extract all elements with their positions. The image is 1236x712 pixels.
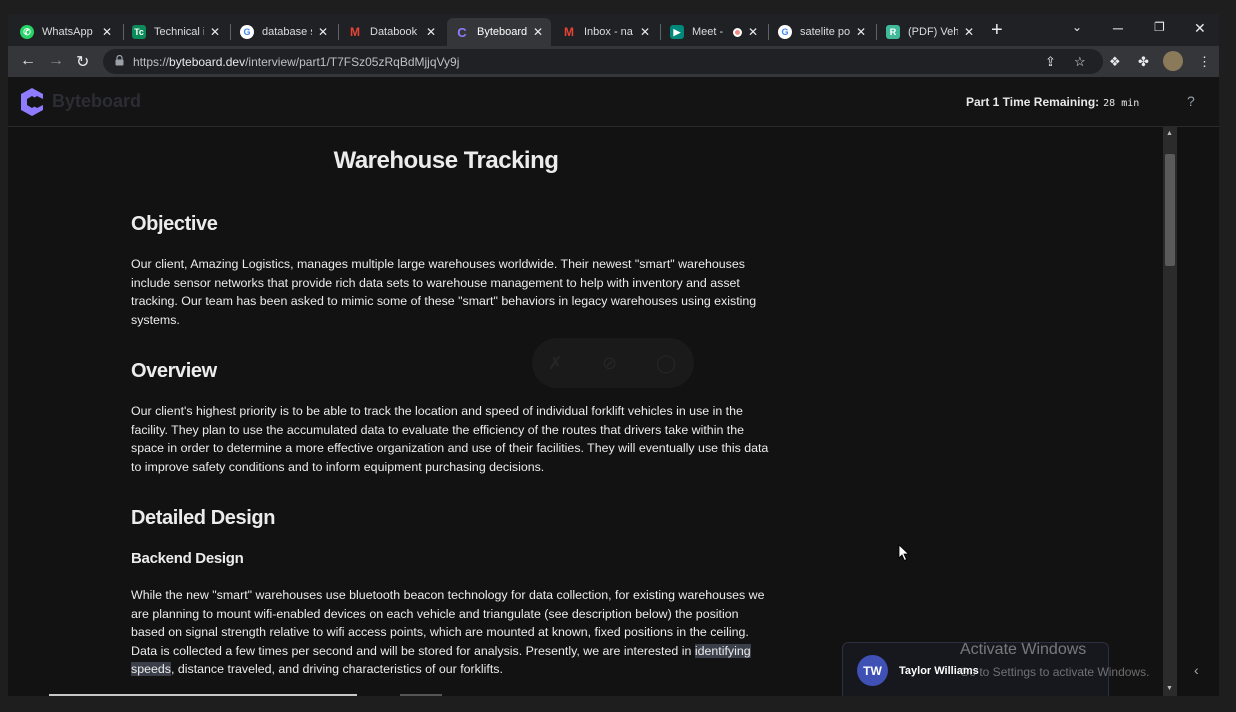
tab-title: Byteboard	[477, 26, 527, 38]
help-button[interactable]: ?	[1187, 93, 1195, 109]
google-icon: G	[778, 25, 792, 39]
mouse-cursor-icon	[898, 544, 910, 562]
tab-strip: ✆ WhatsApp ✕ Tc Technical i ✕ G database…	[8, 14, 1219, 46]
scroll-thumb[interactable]	[1165, 154, 1175, 266]
google-icon: G	[240, 25, 254, 39]
tc-icon: Tc	[132, 25, 146, 39]
overview-paragraph: Our client's highest priority is to be a…	[131, 404, 769, 474]
reload-button[interactable]: ↻	[76, 52, 89, 72]
tab-databook[interactable]: M Databook ✕	[340, 18, 444, 46]
brand-name: Byteboard	[52, 91, 142, 111]
tab-database[interactable]: G database s ✕	[232, 18, 336, 46]
overview-heading: Overview	[131, 360, 217, 382]
dropbox-extension-icon[interactable]: ❖	[1109, 54, 1121, 70]
close-icon[interactable]: ✕	[748, 25, 758, 39]
scrollbar[interactable]: ▲ ▼	[1163, 127, 1177, 696]
lock-icon	[115, 55, 124, 66]
url-path: /interview/part1/T7FSz05zRqBdMjjqVy9j	[245, 54, 460, 69]
url-host: byteboard.dev	[169, 54, 246, 69]
browser-toolbar: ← → ↻ https://byteboard.dev/interview/pa…	[8, 46, 1219, 77]
close-icon[interactable]: ✕	[210, 25, 220, 39]
gmail-icon: M	[564, 25, 574, 39]
close-icon[interactable]: ✕	[856, 25, 866, 39]
whatsapp-icon: ✆	[20, 25, 34, 39]
tab-inbox[interactable]: M Inbox - na ✕	[554, 18, 658, 46]
close-icon[interactable]: ✕	[640, 25, 650, 39]
tab-title: database s	[262, 26, 312, 38]
tab-pdf[interactable]: R (PDF) Vehi ✕	[878, 18, 982, 46]
close-icon[interactable]: ✕	[318, 25, 328, 39]
tab-title: Technical i	[154, 26, 204, 38]
url-scheme: https://	[133, 54, 170, 69]
progress-segment	[400, 694, 442, 696]
activate-windows-subtitle: Go to Settings to activate Windows.	[960, 665, 1150, 679]
activate-windows-title: Activate Windows	[960, 641, 1087, 658]
participant-avatar: TW	[857, 655, 888, 686]
progress-track	[49, 694, 357, 696]
backend-paragraph: While the new "smart" warehouses use blu…	[131, 586, 771, 679]
new-tab-button[interactable]: +	[991, 19, 1003, 42]
address-bar[interactable]: https://byteboard.dev/interview/part1/T7…	[103, 49, 1103, 74]
tab-search-icon[interactable]: ⌄	[1072, 20, 1082, 34]
chevron-left-icon[interactable]: ‹	[1194, 662, 1199, 678]
backend-text: While the new "smart" warehouses use blu…	[131, 588, 765, 658]
tab-technical[interactable]: Tc Technical i ✕	[124, 18, 228, 46]
restore-button[interactable]: ❐	[1154, 20, 1165, 34]
byteboard-icon: C	[457, 24, 467, 40]
timer-value: 28 min	[1103, 98, 1140, 109]
back-button[interactable]: ←	[20, 52, 36, 70]
bookmark-star-icon[interactable]: ☆	[1074, 54, 1086, 70]
time-remaining: Part 1 Time Remaining: 28 min	[966, 95, 1139, 109]
recording-icon	[732, 27, 742, 37]
tab-title: (PDF) Vehi	[908, 26, 958, 38]
backend-text-end: , distance traveled, and driving charact…	[170, 662, 503, 676]
byteboard-logo-icon	[21, 88, 43, 116]
backend-design-heading: Backend Design	[131, 550, 244, 567]
browser-window: ✆ WhatsApp ✕ Tc Technical i ✕ G database…	[8, 14, 1219, 696]
profile-avatar[interactable]	[1163, 51, 1183, 71]
page-title: Warehouse Tracking	[333, 147, 559, 174]
meet-icon: ▶	[670, 25, 684, 39]
detailed-design-heading: Detailed Design	[131, 507, 276, 529]
forward-button[interactable]: →	[48, 52, 64, 70]
timer-label: Part 1 Time Remaining:	[966, 95, 1100, 109]
tab-satelite[interactable]: G satelite po ✕	[770, 18, 874, 46]
tab-whatsapp[interactable]: ✆ WhatsApp ✕	[12, 18, 120, 46]
close-icon[interactable]: ✕	[102, 25, 112, 39]
close-icon[interactable]: ✕	[533, 25, 543, 39]
objective-paragraph: Our client, Amazing Logistics, manages m…	[131, 257, 757, 327]
document-content: Warehouse Tracking Objective Our client,…	[131, 127, 771, 696]
tab-title: Databook	[370, 26, 418, 38]
share-icon[interactable]: ⇪	[1045, 54, 1056, 70]
tab-byteboard[interactable]: C Byteboard ✕	[447, 18, 551, 46]
app-header: Byteboard Part 1 Time Remaining: 28 min ?	[8, 77, 1219, 127]
close-window-button[interactable]: ✕	[1194, 20, 1206, 37]
tab-title: Meet -	[692, 26, 724, 38]
page-viewport: Byteboard Part 1 Time Remaining: 28 min ?…	[8, 77, 1219, 696]
tab-meet[interactable]: ▶ Meet - ✕	[662, 18, 766, 46]
tab-title: Inbox - na	[584, 26, 633, 38]
minimize-button[interactable]: ─	[1113, 20, 1123, 36]
researchgate-icon: R	[886, 25, 900, 39]
extensions-puzzle-icon[interactable]: ✤	[1138, 54, 1149, 70]
objective-heading: Objective	[131, 213, 218, 235]
tab-title: WhatsApp	[42, 26, 93, 38]
scroll-down-arrow-icon[interactable]: ▼	[1166, 685, 1173, 692]
tab-title: satelite po	[800, 26, 850, 38]
gmail-icon: M	[350, 25, 360, 39]
kebab-menu-icon[interactable]: ⋮	[1198, 54, 1211, 70]
close-icon[interactable]: ✕	[426, 25, 436, 39]
close-icon[interactable]: ✕	[964, 25, 974, 39]
scroll-up-arrow-icon[interactable]: ▲	[1166, 130, 1173, 137]
